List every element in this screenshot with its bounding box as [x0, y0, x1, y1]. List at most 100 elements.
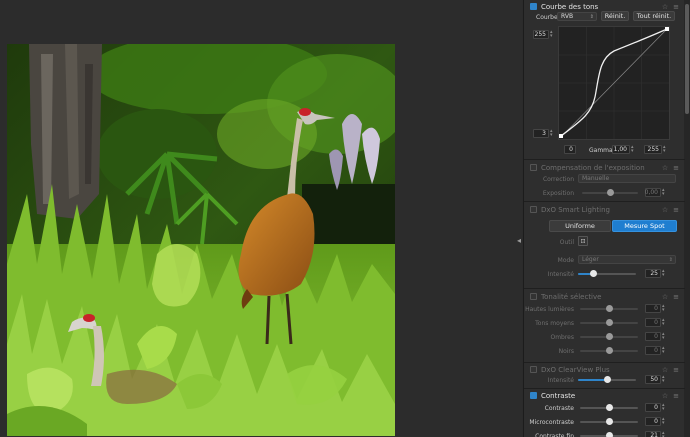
curve-output-min-field[interactable]: 3 [533, 129, 549, 138]
fine-contrast-slider-knob[interactable] [606, 432, 613, 437]
midtones-slider-knob[interactable] [606, 319, 613, 326]
midtones-slider[interactable] [580, 319, 638, 326]
midtones-value-field[interactable]: 0 [645, 318, 661, 327]
photo-preview[interactable] [7, 44, 395, 436]
clearview-intensity-knob[interactable] [604, 376, 611, 383]
tone-curve-graph[interactable] [558, 26, 670, 140]
smart-lighting-intensity-slider[interactable] [578, 270, 636, 277]
highlights-value-field[interactable]: 0 [645, 304, 661, 313]
curve-reset-all-button[interactable]: Tout réinit. [633, 11, 675, 21]
microcontrast-stepper-icon[interactable]: ▴ ▾ [662, 417, 666, 426]
mode-value: Léger [582, 256, 599, 263]
blacks-value-field[interactable]: 0 [645, 346, 661, 355]
exposure-slider[interactable] [582, 189, 638, 196]
microcontrast-label: Microcontraste [529, 419, 574, 426]
contrast-stepper-icon[interactable]: ▴ ▾ [662, 403, 666, 412]
output-min-stepper-icon[interactable]: ▴ ▾ [550, 129, 554, 138]
star-icon[interactable]: ☆ [662, 366, 668, 374]
menu-icon[interactable]: ≡ [673, 293, 679, 301]
menu-icon[interactable]: ≡ [673, 164, 679, 172]
shadows-slider-knob[interactable] [606, 333, 613, 340]
contrast-checkbox-icon[interactable] [530, 392, 537, 399]
star-icon[interactable]: ☆ [662, 293, 668, 301]
exposure-header[interactable]: Compensation de l'exposition ☆ ≡ [524, 162, 685, 173]
clearview-intensity-slider[interactable] [578, 376, 636, 383]
smart-lighting-intensity-knob[interactable] [589, 270, 597, 277]
blacks-stepper-icon[interactable]: ▴ ▾ [662, 346, 666, 355]
mode-select[interactable]: Léger ⇕ [578, 255, 676, 264]
exposure-value-field[interactable]: 0,00 [645, 188, 661, 197]
contrast-label: Contraste [544, 405, 574, 412]
menu-icon[interactable]: ≡ [673, 392, 679, 400]
output-max-stepper-icon[interactable]: ▴ ▾ [550, 30, 554, 39]
contrast-slider-knob[interactable] [606, 404, 613, 411]
tool-label: Outil [559, 239, 574, 246]
smart-lighting-checkbox-icon[interactable] [530, 206, 537, 213]
smart-lighting-header[interactable]: DxO Smart Lighting ☆ ≡ [524, 204, 685, 215]
gamma-stepper-icon[interactable]: ▴ ▾ [631, 145, 635, 154]
clearview-checkbox-icon[interactable] [530, 366, 537, 373]
star-icon[interactable]: ☆ [662, 206, 668, 214]
curve-output-max-field[interactable]: 255 [533, 30, 549, 39]
curve-channel-select[interactable]: RVB ⇕ [557, 12, 597, 21]
curve-point-low[interactable] [559, 134, 563, 138]
spot-picker-icon[interactable]: ⊡ [578, 236, 588, 246]
clearview-stepper-icon[interactable]: ▴ ▾ [662, 375, 666, 384]
exposure-slider-knob[interactable] [607, 189, 614, 196]
blacks-slider[interactable] [580, 347, 638, 354]
highlights-label: Hautes lumières [525, 306, 574, 313]
curve-input-min-field[interactable]: 0 [564, 145, 576, 154]
menu-icon[interactable]: ≡ [673, 206, 679, 214]
star-icon[interactable]: ☆ [662, 164, 668, 172]
clearview-intensity-field[interactable]: 50 [645, 375, 661, 384]
shadows-stepper-icon[interactable]: ▴ ▾ [662, 332, 666, 341]
highlights-stepper-icon[interactable]: ▴ ▾ [662, 304, 666, 313]
selective-tone-checkbox-icon[interactable] [530, 293, 537, 300]
fine-contrast-value-field[interactable]: 21 [645, 431, 661, 437]
curve-reset-button[interactable]: Réinit. [601, 11, 629, 21]
uniform-button[interactable]: Uniforme [549, 220, 611, 232]
spot-measure-button[interactable]: Mesure Spot [612, 220, 677, 232]
clearview-header[interactable]: DxO ClearView Plus ☆ ≡ [524, 364, 685, 375]
highlights-slider-knob[interactable] [606, 305, 613, 312]
panel-collapse-handle[interactable]: ◂ [517, 236, 521, 245]
curve-input-max-field[interactable]: 255 [644, 145, 662, 154]
curve-channel-label: Courbe [536, 14, 558, 21]
image-viewer[interactable]: ◂ [0, 0, 522, 437]
midtones-stepper-icon[interactable]: ▴ ▾ [662, 318, 666, 327]
highlights-slider[interactable] [580, 305, 638, 312]
exposure-title: Compensation de l'exposition [541, 163, 645, 172]
contrast-value-field[interactable]: 0 [645, 403, 661, 412]
midtones-label: Tons moyens [535, 320, 574, 327]
microcontrast-slider-knob[interactable] [606, 418, 613, 425]
smart-lighting-intensity-field[interactable]: 25 [645, 269, 661, 278]
contrast-header[interactable]: Contraste ☆ ≡ [524, 390, 685, 401]
shadows-slider[interactable] [580, 333, 638, 340]
menu-icon[interactable]: ≡ [673, 366, 679, 374]
contrast-slider[interactable] [580, 404, 638, 411]
input-max-stepper-icon[interactable]: ▴ ▾ [663, 145, 667, 154]
scrollbar-thumb[interactable] [685, 4, 689, 114]
correction-select[interactable]: Manuelle [578, 174, 676, 183]
shadows-value-field[interactable]: 0 [645, 332, 661, 341]
exposure-stepper-icon[interactable]: ▴ ▾ [662, 188, 666, 197]
clearview-intensity-fill [578, 379, 607, 381]
blacks-slider-knob[interactable] [606, 347, 613, 354]
star-icon[interactable]: ☆ [662, 392, 668, 400]
menu-icon[interactable]: ≡ [673, 3, 679, 11]
divider [524, 362, 685, 363]
star-icon[interactable]: ☆ [662, 3, 668, 11]
selective-tone-header[interactable]: Tonalité sélective ☆ ≡ [524, 291, 685, 302]
smart-lighting-stepper-icon[interactable]: ▴ ▾ [662, 269, 666, 278]
gamma-label: Gamma [589, 147, 613, 154]
fine-contrast-stepper-icon[interactable]: ▴ ▾ [662, 431, 666, 437]
microcontrast-value-field[interactable]: 0 [645, 417, 661, 426]
gamma-field[interactable]: 1,00 [612, 145, 630, 154]
tone-curve-plot[interactable] [559, 27, 669, 139]
tone-curve-checkbox-icon[interactable] [530, 3, 537, 10]
exposure-checkbox-icon[interactable] [530, 164, 537, 171]
shadows-label: Ombres [550, 334, 574, 341]
curve-point-high[interactable] [665, 27, 669, 31]
clearview-title: DxO ClearView Plus [541, 365, 610, 374]
microcontrast-slider[interactable] [580, 418, 638, 425]
